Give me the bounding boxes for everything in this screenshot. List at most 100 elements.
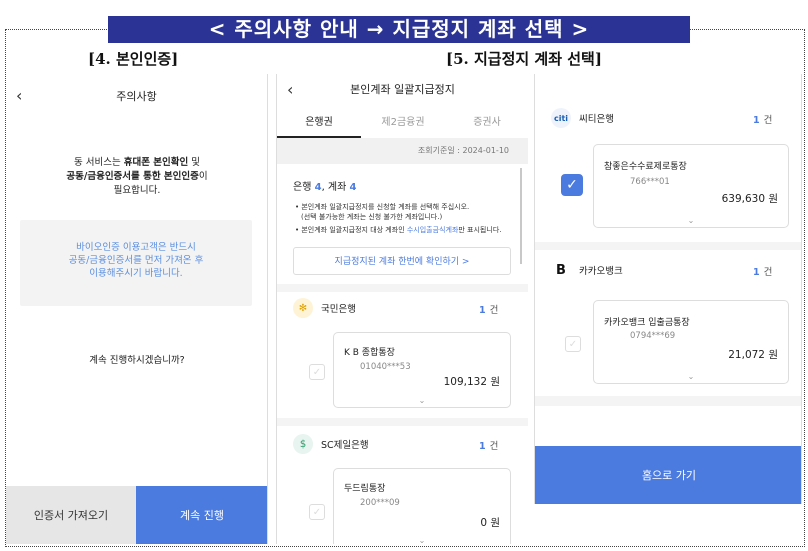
account-count-value: 4 bbox=[349, 182, 357, 193]
institution-tabs: 은행권 제2금융권 증권사 bbox=[277, 108, 528, 138]
page-banner: < 주의사항 안내 → 지급정지 계좌 선택 > bbox=[108, 16, 690, 43]
count-unit: 건 bbox=[763, 115, 773, 126]
tab-bank[interactable]: 은행권 bbox=[277, 108, 361, 138]
tab-securities[interactable]: 증권사 bbox=[445, 108, 528, 138]
note-text: 만 표시됩니다. bbox=[458, 226, 502, 234]
auth-title: 주의사항 bbox=[116, 90, 157, 103]
chevron-down-icon[interactable]: ⌄ bbox=[334, 396, 510, 405]
kakaobank-logo-icon: B bbox=[551, 260, 571, 280]
count-unit: 건 bbox=[489, 441, 499, 452]
account-count: 은행 4, 계좌 4 bbox=[293, 178, 356, 193]
notice-text: 이 bbox=[198, 171, 208, 182]
account-balance: 639,630 원 bbox=[721, 193, 778, 205]
bank-count: 1건 bbox=[753, 112, 772, 126]
checkmark-icon: ✓ bbox=[312, 507, 322, 518]
select-title: 본인계좌 일괄지급정지 bbox=[350, 83, 455, 96]
bio-text: 이용해주시기 바랍니다. bbox=[89, 268, 183, 279]
bank-count: 1건 bbox=[479, 302, 498, 316]
account-checkbox[interactable]: ✓ bbox=[309, 504, 325, 520]
account-card[interactable]: 두드림통장 200***09 0 원 ⌄ bbox=[333, 468, 511, 544]
check-suspended-button[interactable]: 지급정지된 계좌 한번에 확인하기 > bbox=[293, 247, 511, 275]
bank-name: 씨티은행 bbox=[579, 114, 614, 125]
account-checkbox[interactable]: ✓ bbox=[565, 336, 581, 352]
service-notice: 동 서비스는 휴대폰 본인확인 및 공동/금융인증서를 통한 본인인증이 필요합… bbox=[6, 156, 267, 198]
count-number: 1 bbox=[753, 115, 760, 126]
bank-count: 1건 bbox=[753, 264, 772, 278]
continue-button[interactable]: 계속 진행 bbox=[136, 486, 267, 544]
bio-text: 공동/금융인증서를 먼저 가져온 후 bbox=[68, 255, 204, 266]
notice-bold-phone: 휴대폰 본인확인 bbox=[123, 157, 189, 168]
note-text: • 본인계좌 일괄지급정지를 신청할 계좌를 선택해 주십시오. bbox=[295, 203, 470, 211]
account-select-screen: ‹ 본인계좌 일괄지급정지 은행권 제2금융권 증권사 조회기준일 : 2024… bbox=[276, 74, 528, 544]
account-number: 01040***53 bbox=[360, 362, 411, 372]
count-number: 1 bbox=[479, 305, 486, 316]
step5-label: [5. 지급정지 계좌 선택] bbox=[446, 50, 602, 68]
query-date: 조회기준일 : 2024-01-10 bbox=[277, 138, 528, 164]
chevron-down-icon[interactable]: ⌄ bbox=[594, 372, 788, 381]
count-label: 은행 bbox=[293, 182, 315, 193]
back-icon[interactable]: ‹ bbox=[287, 80, 293, 99]
step4-label: [4. 본인인증] bbox=[88, 50, 179, 68]
account-number: 0794***69 bbox=[630, 331, 676, 341]
tab-secondary-finance[interactable]: 제2금융권 bbox=[361, 108, 445, 138]
account-number: 766***01 bbox=[630, 177, 670, 187]
checkmark-icon: ✓ bbox=[566, 177, 578, 193]
checkmark-icon: ✓ bbox=[312, 367, 322, 378]
bank-name: 국민은행 bbox=[321, 304, 356, 315]
notice-text: 필요합니다. bbox=[113, 185, 161, 196]
bank-header-citi: citi 씨티은행 bbox=[551, 108, 614, 128]
divider bbox=[277, 418, 528, 426]
note-text: (선택 불가능한 계좌는 신청 불가한 계좌입니다.) bbox=[301, 213, 443, 221]
divider bbox=[535, 396, 801, 406]
divider bbox=[277, 284, 528, 292]
bio-auth-notice: 바이오인증 이용고객은 반드시 공동/금융인증서를 먼저 가져온 후 이용해주시… bbox=[20, 220, 252, 306]
account-number: 200***09 bbox=[360, 498, 400, 508]
notice-text: 및 bbox=[188, 157, 200, 168]
account-name: 참좋은수수료제로통장 bbox=[604, 162, 687, 172]
account-checkbox[interactable]: ✓ bbox=[309, 364, 325, 380]
scrollbar[interactable] bbox=[520, 168, 522, 264]
import-cert-button[interactable]: 인증서 가져오기 bbox=[6, 486, 136, 544]
note-text: • 본인계좌 일괄지급정지 대상 계좌인 bbox=[295, 226, 407, 234]
chevron-down-icon[interactable]: ⌄ bbox=[334, 536, 510, 544]
bank-header-kb: ✻ 국민은행 bbox=[293, 298, 356, 318]
account-select-scrolled: citi 씨티은행 1건 ✓ 참좋은수수료제로통장 766***01 639,6… bbox=[534, 74, 802, 504]
bank-count-value: 4 bbox=[314, 182, 322, 193]
auth-screen: ‹ 주의사항 동 서비스는 휴대폰 본인확인 및 공동/금융인증서를 통한 본인… bbox=[6, 74, 268, 544]
notice-bold-cert: 공동/금융인증서를 통한 본인인증 bbox=[66, 171, 199, 182]
account-name: K B 종합통장 bbox=[344, 348, 395, 358]
count-label: , 계좌 bbox=[321, 182, 350, 193]
account-name: 카카오뱅크 입출금통장 bbox=[604, 318, 690, 328]
bank-count: 1건 bbox=[479, 438, 498, 452]
divider bbox=[535, 242, 801, 250]
bank-name: 카카오뱅크 bbox=[579, 266, 623, 277]
count-unit: 건 bbox=[489, 305, 499, 316]
sc-logo-icon: $ bbox=[293, 434, 313, 454]
account-balance: 21,072 원 bbox=[728, 349, 778, 361]
account-balance: 0 원 bbox=[480, 517, 500, 529]
back-icon[interactable]: ‹ bbox=[16, 86, 22, 105]
note-highlight: 수시입출금식계좌 bbox=[406, 226, 459, 234]
continue-question: 계속 진행하시겠습니까? bbox=[89, 355, 185, 366]
chevron-down-icon[interactable]: ⌄ bbox=[594, 216, 788, 225]
account-balance: 109,132 원 bbox=[443, 376, 500, 388]
notice-text: 동 서비스는 bbox=[73, 157, 124, 168]
auth-header: ‹ 주의사항 bbox=[6, 74, 267, 118]
home-button[interactable]: 홈으로 가기 bbox=[535, 446, 801, 504]
citi-logo-icon: citi bbox=[551, 108, 571, 128]
count-unit: 건 bbox=[763, 267, 773, 278]
count-number: 1 bbox=[479, 441, 486, 452]
bank-name: SC제일은행 bbox=[321, 440, 369, 451]
guide-notes: • 본인계좌 일괄지급정지를 신청할 계좌를 선택해 주십시오. (선택 불가능… bbox=[295, 202, 521, 235]
checkmark-icon: ✓ bbox=[568, 339, 578, 350]
select-header: ‹ 본인계좌 일괄지급정지 bbox=[277, 74, 528, 104]
account-card[interactable]: 카카오뱅크 입출금통장 0794***69 21,072 원 ⌄ bbox=[593, 300, 789, 384]
bank-header-sc: $ SC제일은행 bbox=[293, 434, 369, 454]
account-checkbox-checked[interactable]: ✓ bbox=[561, 174, 583, 196]
kb-logo-icon: ✻ bbox=[293, 298, 313, 318]
account-card[interactable]: K B 종합통장 01040***53 109,132 원 ⌄ bbox=[333, 332, 511, 408]
account-card[interactable]: 참좋은수수료제로통장 766***01 639,630 원 ⌄ bbox=[593, 144, 789, 228]
account-name: 두드림통장 bbox=[344, 484, 386, 494]
bio-text: 바이오인증 이용고객은 반드시 bbox=[76, 242, 196, 253]
bank-header-kakao: B 카카오뱅크 bbox=[551, 260, 623, 280]
